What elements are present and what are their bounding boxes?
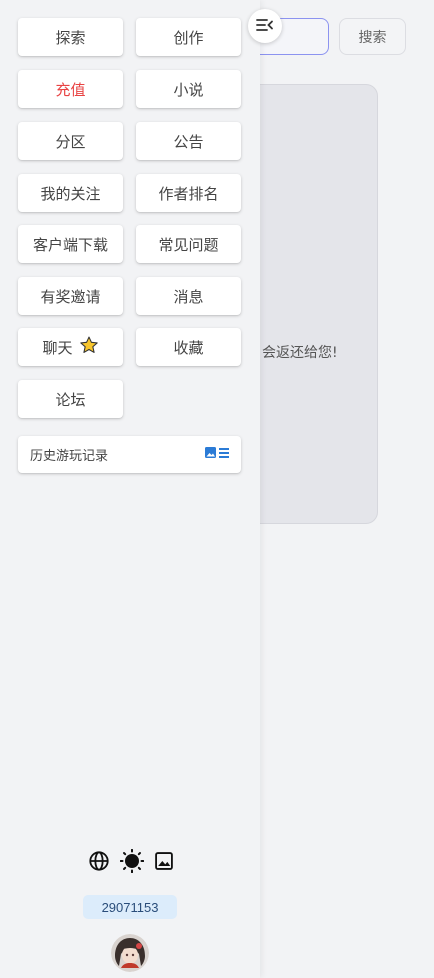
content-card-text: 会返还给您!: [262, 345, 338, 361]
menu-forum[interactable]: 论坛: [18, 380, 123, 418]
menu-following[interactable]: 我的关注: [18, 174, 123, 212]
menu-label: 分区: [55, 132, 86, 151]
search-button[interactable]: 搜索: [339, 18, 406, 55]
menu-label: 消息: [173, 287, 204, 306]
menu-label: 充值: [55, 80, 86, 99]
menu-label: 创作: [173, 28, 204, 47]
menu-recharge[interactable]: 充值: [18, 70, 123, 108]
history-button[interactable]: 历史游玩记录: [18, 436, 241, 473]
menu-label: 探索: [55, 28, 86, 47]
bottom-toolbar: [88, 848, 174, 877]
menu-label: 论坛: [55, 390, 86, 409]
menu-client-download[interactable]: 客户端下载: [18, 225, 123, 263]
side-drawer: 探索 创作 充值 小说 分区 公告 我的关注 作者排名 客户端下载 常见问题 有…: [0, 0, 260, 978]
menu-chat[interactable]: 聊天: [18, 328, 123, 366]
menu-messages[interactable]: 消息: [136, 277, 241, 315]
menu-label: 小说: [173, 80, 204, 99]
avatar[interactable]: [111, 934, 149, 972]
menu-novel[interactable]: 小说: [136, 70, 241, 108]
star-icon: [79, 335, 99, 359]
globe-icon[interactable]: [88, 850, 110, 876]
menu-author-ranking[interactable]: 作者排名: [136, 174, 241, 212]
user-id-badge[interactable]: 29071153: [83, 895, 177, 919]
menu-invite[interactable]: 有奖邀请: [18, 277, 123, 315]
menu-label: 我的关注: [40, 184, 101, 203]
image-icon[interactable]: [154, 851, 174, 875]
image-list-icon: [205, 446, 229, 464]
menu-category[interactable]: 分区: [18, 122, 123, 160]
collapse-drawer-button[interactable]: [248, 9, 282, 43]
menu-label: 公告: [173, 132, 204, 151]
menu-favorites[interactable]: 收藏: [136, 328, 241, 366]
menu-label: 收藏: [173, 338, 204, 357]
menu-create[interactable]: 创作: [136, 18, 241, 56]
menu-announcement[interactable]: 公告: [136, 122, 241, 160]
menu-label: 聊天: [42, 338, 73, 357]
menu-faq[interactable]: 常见问题: [136, 225, 241, 263]
menu-collapse-icon: [256, 17, 274, 36]
menu-explore[interactable]: 探索: [18, 18, 123, 56]
menu-label: 有奖邀请: [40, 287, 101, 306]
menu-label: 客户端下载: [32, 235, 108, 254]
history-label: 历史游玩记录: [30, 449, 109, 464]
sun-icon[interactable]: [119, 848, 145, 877]
menu-label: 作者排名: [158, 184, 219, 203]
menu-label: 常见问题: [158, 235, 219, 254]
